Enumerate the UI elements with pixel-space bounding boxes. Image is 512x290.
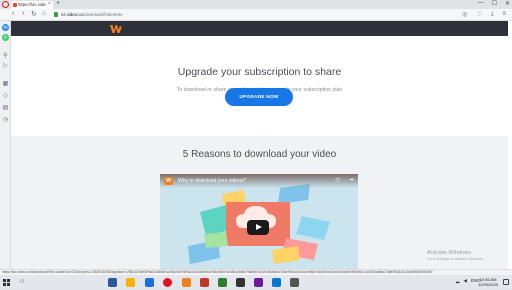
close-window-button[interactable]: ✕ [505,0,510,7]
window-controls: — ☐ ✕ [478,0,510,7]
video-player[interactable]: W Why to download your videos? ◷ ➦ [160,174,358,269]
app-icon-orange[interactable] [182,278,191,287]
whatsapp-icon[interactable]: ✆ [2,34,9,41]
url-path: /download/f45e3e9e [82,12,123,17]
tab-close-icon[interactable]: × [48,1,51,7]
video-channel-logo: W [164,177,173,185]
taskbar-search-icon[interactable]: ○ [20,278,24,285]
opera-taskbar-icon[interactable] [163,278,172,287]
url-field[interactable]: vz.video.co/download/f45e3e9e [61,12,123,17]
share-icon[interactable]: ➦ [350,177,354,183]
app-icon-gray[interactable] [290,278,299,287]
search-icon[interactable]: ⚲ [2,52,9,59]
screen: https://lwc.video.com/dow × + — ☐ ✕ ‹ › … [0,0,512,290]
back-button[interactable]: ‹ [12,10,14,17]
task-view-icon[interactable] [108,278,117,287]
app-icon-red[interactable] [200,278,209,287]
speed-dial-icon[interactable]: ▦ [2,80,9,87]
address-bar: ‹ › ↻ ⌂ vz.video.co/download/f45e3e9e ◎ … [0,9,512,21]
volume-icon[interactable]: ◀ [463,278,466,284]
new-tab-button[interactable]: + [56,0,60,7]
tab-strip: https://lwc.video.com/dow × + — ☐ ✕ [0,0,512,9]
page-title: Upgrade your subscription to share [177,66,342,78]
site-logo[interactable] [110,24,122,33]
play-button[interactable] [247,220,269,235]
windows-start-icon[interactable] [3,279,10,286]
video-actions: ◷ ➦ [335,177,354,183]
camera-icon[interactable]: ◎ [462,11,467,18]
minimize-button[interactable]: — [478,0,484,7]
heart-icon[interactable]: ♡ [476,11,481,18]
notification-icon[interactable] [503,279,509,285]
watch-later-icon[interactable]: ◷ [335,177,339,183]
clock-date: 12/09/2020 [478,282,499,287]
history-icon[interactable]: ◷ [2,116,9,123]
address-tools: ◎ ♡ ⤓ ≡ [462,11,506,18]
app-icon-dark[interactable] [236,278,245,287]
taskbar: ○ ▂ ◀ ENG 10:46 AM 12/09/2020 [0,275,512,290]
lock-icon [54,12,58,17]
activate-windows-title: Activate Windows [427,250,472,256]
download-icon[interactable]: ⤓ [491,11,494,18]
status-url: https://lwc.video.com/download?file=c3a6… [2,270,433,274]
opera-sidebar: ✉ ✆ ⚲ ▷ ▦ ◇ ▤ ◷ [0,21,11,269]
site-header [11,21,508,36]
activate-windows-subtitle: Go to Settings to activate Windows. [427,257,484,261]
home-button[interactable]: ⌂ [42,10,46,17]
app-icon-green[interactable] [218,278,227,287]
edge-icon[interactable] [145,278,154,287]
news-icon[interactable]: ▤ [2,104,9,111]
shield-icon[interactable]: ◇ [2,92,9,99]
url-domain: vz.video.co [61,12,83,17]
flow-icon[interactable]: ▷ [2,62,9,69]
video-title[interactable]: Why to download your videos? [178,178,246,184]
tab-title: https://lwc.video.com/dow [18,2,46,7]
file-explorer-icon[interactable] [126,278,135,287]
opera-menu-icon[interactable] [2,1,9,8]
app-icon-purple[interactable] [254,278,263,287]
system-tray: ▂ ◀ ENG [456,278,481,284]
menu-icon[interactable]: ≡ [502,11,506,18]
clock[interactable]: 10:46 AM 12/09/2020 [478,277,498,287]
forward-button[interactable]: › [22,10,24,17]
reload-button[interactable]: ↻ [31,10,37,18]
browser-tab[interactable]: https://lwc.video.com/dow × [11,1,53,9]
app-icon-blue[interactable] [272,278,281,287]
reasons-title: 5 Reasons to download your video [182,149,337,160]
maximize-button[interactable]: ☐ [492,0,497,7]
messenger-icon[interactable]: ✉ [2,24,9,31]
upgrade-now-button[interactable]: UPGRADE NOW [225,88,293,106]
network-icon[interactable]: ▂ [456,278,459,284]
web-page: Upgrade your subscription to share To do… [11,21,508,269]
tab-favicon-icon [13,3,17,7]
